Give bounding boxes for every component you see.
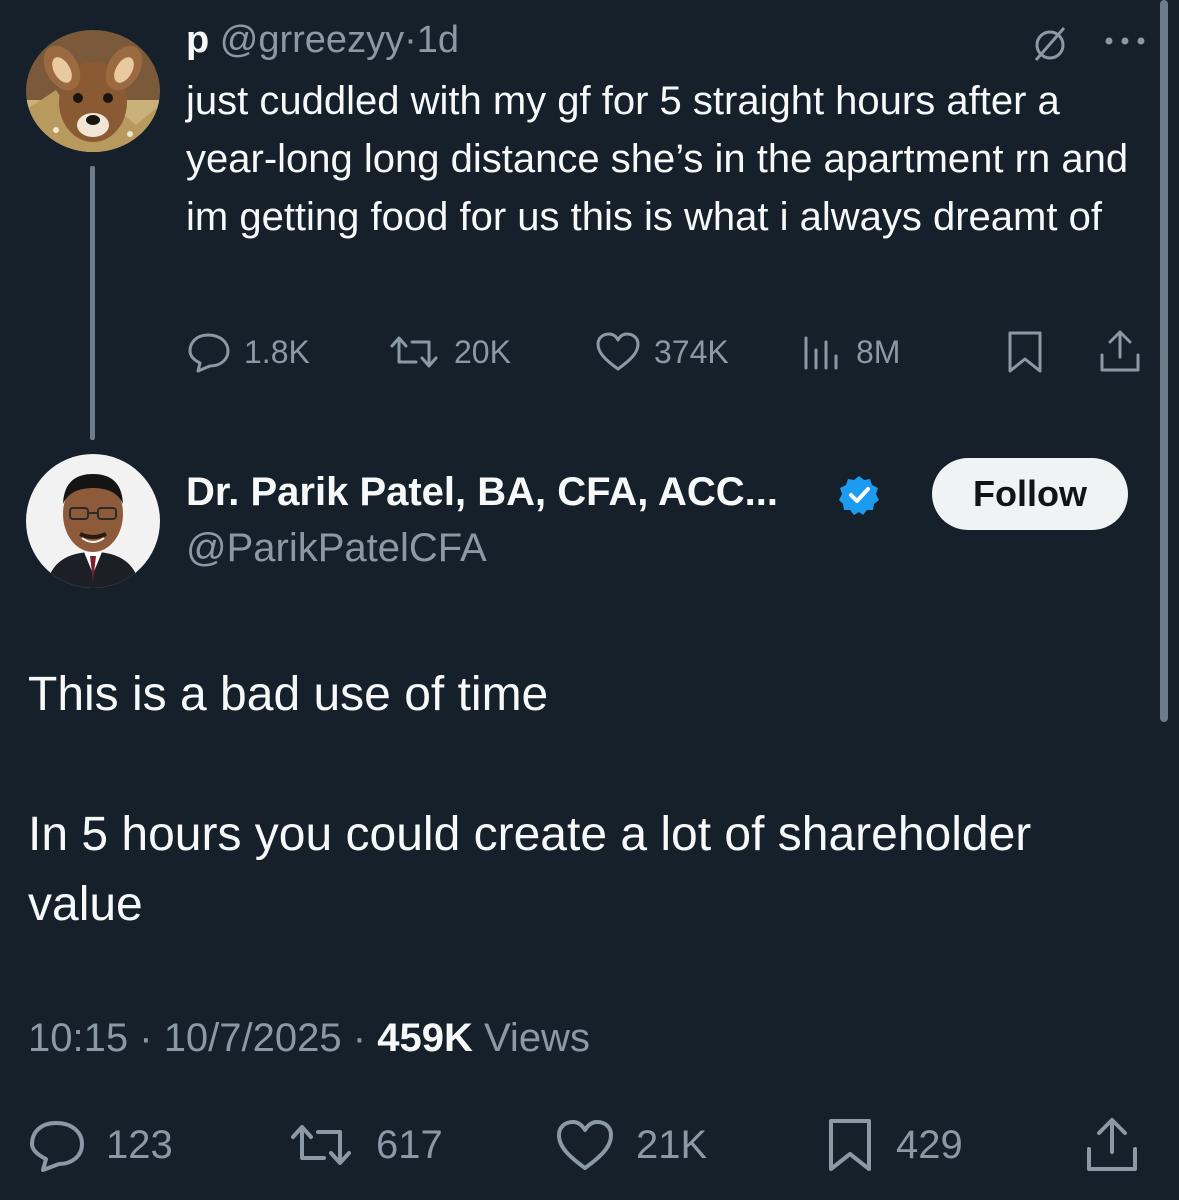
view-count: 8M xyxy=(856,333,901,370)
share-icon xyxy=(1087,1118,1137,1171)
avatar[interactable] xyxy=(26,454,160,588)
thread-line xyxy=(90,166,95,440)
author-handle[interactable]: @ParikPatelCFA xyxy=(186,526,487,571)
tweet-time[interactable]: 1d xyxy=(417,19,459,61)
tweet-actions: 1.8K 20K 374K 8M xyxy=(186,326,1146,378)
heart-icon xyxy=(557,1120,613,1170)
reply-icon xyxy=(30,1121,84,1172)
reply-count: 1.8K xyxy=(244,333,310,370)
bookmark-button[interactable] xyxy=(1004,326,1058,378)
tweet-text: This is a bad use of time xyxy=(28,668,549,721)
more-icon[interactable] xyxy=(1102,28,1148,54)
share-button[interactable] xyxy=(1098,326,1154,378)
bookmark-icon xyxy=(829,1119,871,1171)
share-icon xyxy=(1100,330,1140,372)
scrollbar[interactable] xyxy=(1160,0,1168,722)
repost-icon xyxy=(390,336,438,368)
views-button[interactable]: 8M xyxy=(800,326,900,378)
views-label: Views xyxy=(483,1016,590,1060)
author-name[interactable]: p xyxy=(186,19,209,61)
avatar[interactable] xyxy=(26,30,160,152)
heart-icon xyxy=(596,332,640,371)
like-count: 21K xyxy=(636,1122,708,1167)
tweet-header: p @grreezyy·1d xyxy=(186,18,459,62)
bookmark-button[interactable]: 429 xyxy=(824,1112,963,1178)
separator: · xyxy=(139,1016,153,1060)
bookmark-icon xyxy=(1008,331,1042,373)
tweet-text: just cuddled with my gf for 5 straight h… xyxy=(186,79,1129,239)
repost-count: 617 xyxy=(376,1122,443,1167)
repost-count: 20K xyxy=(454,333,511,370)
author-handle[interactable]: @grreezyy xyxy=(220,19,404,61)
reply-button[interactable]: 1.8K xyxy=(186,326,310,378)
grok-icon[interactable] xyxy=(1030,24,1070,64)
tweet-text: In 5 hours you could create a lot of sha… xyxy=(28,808,1032,931)
views-icon xyxy=(804,336,838,370)
like-button[interactable]: 374K xyxy=(594,326,729,378)
follow-button[interactable]: Follow xyxy=(932,458,1128,530)
separator: · xyxy=(404,19,417,61)
tweet-time[interactable]: 10:15 xyxy=(28,1016,128,1060)
bookmark-count: 429 xyxy=(896,1122,963,1167)
tweet-date[interactable]: 10/7/2025 xyxy=(164,1016,342,1060)
views-count: 459K xyxy=(377,1016,473,1060)
reply-icon xyxy=(188,333,230,373)
like-count: 374K xyxy=(654,333,729,370)
verified-badge-icon xyxy=(838,474,880,516)
repost-icon xyxy=(291,1125,351,1165)
separator: · xyxy=(352,1016,367,1060)
author-name[interactable]: Dr. Parik Patel, BA, CFA, ACC... xyxy=(186,470,778,515)
share-button[interactable] xyxy=(1084,1112,1160,1178)
reply-button[interactable]: 123 xyxy=(28,1112,173,1178)
tweet-actions: 123 617 21K 429 xyxy=(28,1112,1148,1178)
reply-count: 123 xyxy=(106,1122,173,1167)
tweet-meta: 10:15 · 10/7/2025 · 459K Views xyxy=(28,1016,590,1061)
like-button[interactable]: 21K xyxy=(554,1112,707,1178)
repost-button[interactable]: 617 xyxy=(286,1112,443,1178)
repost-button[interactable]: 20K xyxy=(386,326,511,378)
